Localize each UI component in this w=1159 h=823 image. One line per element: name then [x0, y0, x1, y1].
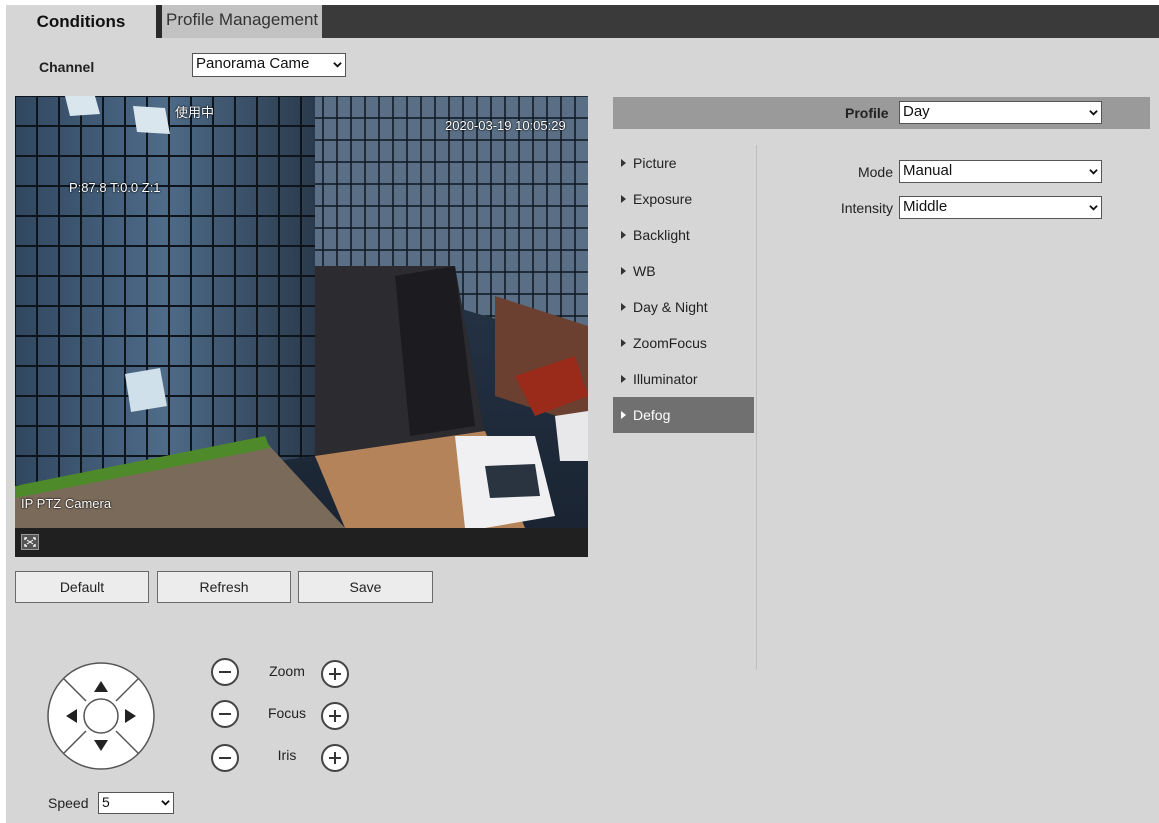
focus-label: Focus: [267, 705, 307, 721]
iris-close-button[interactable]: [211, 744, 239, 772]
menu-item-zoomfocus[interactable]: ZoomFocus: [613, 325, 754, 361]
fullscreen-button[interactable]: [21, 534, 39, 550]
menu-item-illuminator[interactable]: Illuminator: [613, 361, 754, 397]
chevron-down-icon: [333, 62, 342, 68]
zoom-in-button[interactable]: [321, 660, 349, 688]
triangle-right-icon: [621, 411, 626, 419]
tab-bar: Conditions Profile Management: [6, 5, 1159, 38]
profile-bar: Profile Day: [613, 97, 1150, 129]
ptz-center-button: [83, 698, 119, 734]
channel-select[interactable]: Panorama Came: [192, 53, 346, 77]
settings-menu: Picture Exposure Backlight WB Day & Nigh…: [613, 145, 754, 433]
chevron-down-icon: [1089, 169, 1098, 175]
intensity-select-value: Middle: [903, 198, 948, 215]
zoom-label: Zoom: [269, 663, 305, 679]
mode-select-value: Manual: [903, 162, 953, 179]
save-button[interactable]: Save: [298, 571, 433, 603]
triangle-right-icon: [621, 303, 626, 311]
tab-profile-management[interactable]: Profile Management: [156, 5, 322, 38]
menu-item-backlight[interactable]: Backlight: [613, 217, 754, 253]
profile-select[interactable]: Day: [899, 101, 1102, 124]
triangle-right-icon: [621, 375, 626, 383]
profile-label: Profile: [845, 105, 889, 121]
minus-icon: [219, 671, 231, 673]
channel-select-value: Panorama Came: [196, 55, 310, 72]
triangle-right-icon: [621, 339, 626, 347]
chevron-down-icon: [1089, 110, 1098, 116]
osd-timestamp: 2020-03-19 10:05:29: [445, 118, 566, 133]
speed-select[interactable]: 5: [98, 792, 174, 814]
mode-label: Mode: [857, 164, 893, 180]
menu-item-exposure[interactable]: Exposure: [613, 181, 754, 217]
video-preview[interactable]: 使用中 2020-03-19 10:05:29 P:87.8 T:0.0 Z:1…: [15, 96, 588, 528]
mode-select[interactable]: Manual: [899, 160, 1102, 183]
triangle-right-icon: [621, 159, 626, 167]
osd-camera-name: IP PTZ Camera: [21, 496, 112, 511]
minus-icon: [219, 757, 231, 759]
menu-item-picture[interactable]: Picture: [613, 145, 754, 181]
intensity-label: Intensity: [840, 200, 893, 216]
zoom-control: Zoom: [211, 657, 371, 688]
chevron-down-icon: [161, 800, 170, 806]
triangle-right-icon: [621, 195, 626, 203]
default-button[interactable]: Default: [15, 571, 149, 603]
intensity-select[interactable]: Middle: [899, 196, 1102, 219]
menu-divider: [756, 145, 757, 670]
fullscreen-icon: [24, 537, 36, 547]
iris-label: Iris: [277, 747, 297, 763]
minus-icon: [219, 713, 231, 715]
triangle-right-icon: [621, 231, 626, 239]
focus-control: Focus: [211, 699, 371, 730]
chevron-down-icon: [1089, 205, 1098, 211]
triangle-right-icon: [621, 267, 626, 275]
focus-far-button[interactable]: [321, 702, 349, 730]
menu-item-defog[interactable]: Defog: [613, 397, 754, 433]
osd-status: 使用中: [175, 105, 215, 120]
iris-control: Iris: [211, 741, 371, 772]
menu-item-wb[interactable]: WB: [613, 253, 754, 289]
focus-near-button[interactable]: [211, 700, 239, 728]
speed-select-value: 5: [102, 794, 110, 810]
conditions-page: Conditions Profile Management Channel Pa…: [6, 5, 1159, 823]
speed-label: Speed: [48, 795, 89, 811]
channel-label: Channel: [39, 59, 95, 75]
profile-select-value: Day: [903, 103, 930, 120]
zoom-out-button[interactable]: [211, 658, 239, 686]
refresh-button[interactable]: Refresh: [157, 571, 291, 603]
tab-conditions[interactable]: Conditions: [6, 5, 156, 38]
camera-scene-image: [15, 96, 588, 528]
osd-ptz-position: P:87.8 T:0.0 Z:1: [69, 180, 161, 195]
iris-open-button[interactable]: [321, 744, 349, 772]
menu-item-day-night[interactable]: Day & Night: [613, 289, 754, 325]
video-toolbar: [15, 528, 588, 557]
ptz-direction-pad[interactable]: [46, 661, 156, 771]
